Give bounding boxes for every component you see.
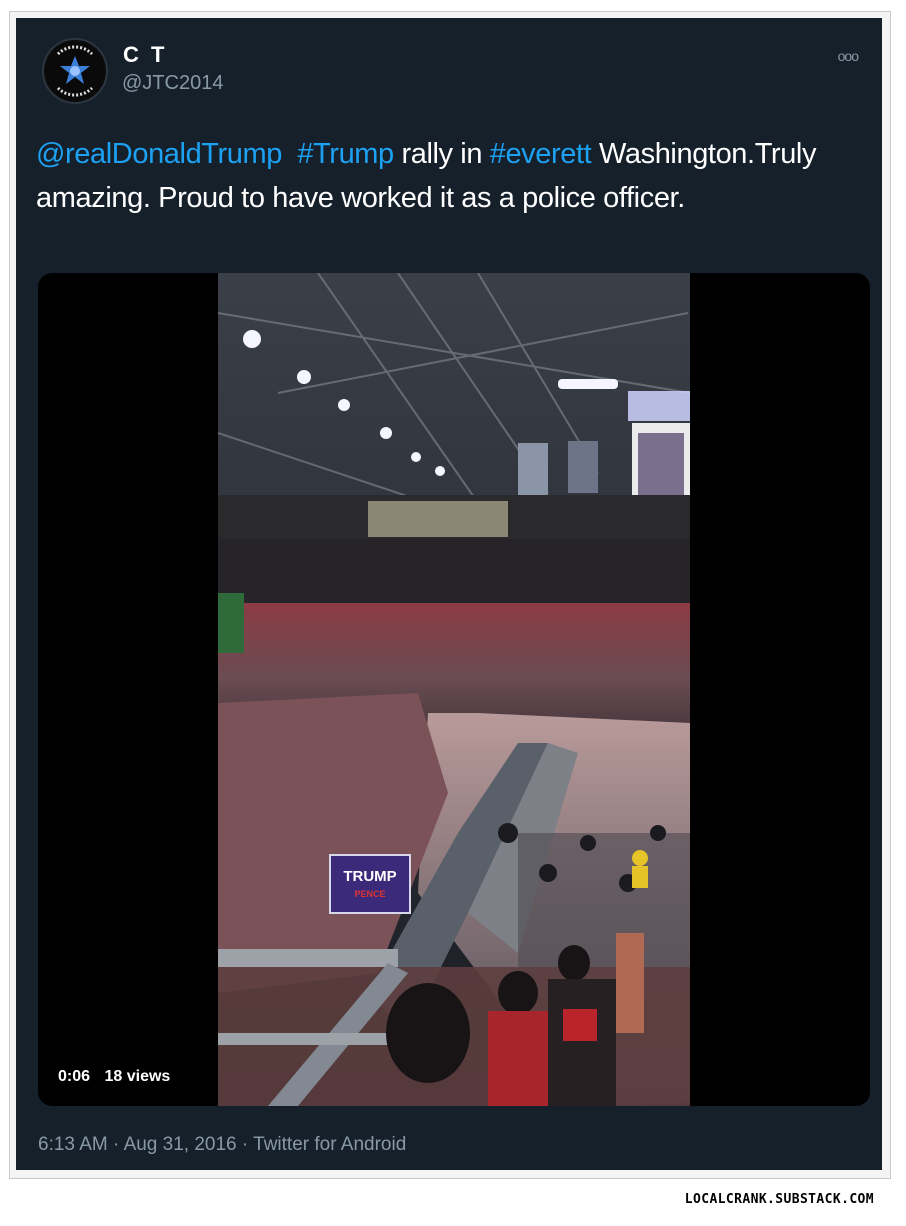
hashtag-everett-link[interactable]: #everett [490, 138, 592, 170]
video-stats: 0:06 18 views [58, 1068, 180, 1086]
more-options-icon[interactable]: ooo [838, 48, 859, 64]
rally-video-frame: TRUMP PENCE [218, 273, 690, 1106]
tweet-date[interactable]: Aug 31, 2016 [124, 1134, 237, 1155]
tweet-text-part1: rally in [393, 138, 490, 170]
mention-link[interactable]: @realDonaldTrump [36, 138, 282, 170]
police-badge-avatar-icon [46, 42, 104, 100]
hashtag-trump-link[interactable]: #Trump [297, 138, 394, 170]
video-player[interactable]: TRUMP PENCE 0:06 18 views [38, 273, 870, 1106]
tweet-card: C T @JTC2014 ooo @realDonaldTrump #Trump… [16, 18, 882, 1170]
video-duration: 0:06 [58, 1068, 91, 1085]
meta-separator: · [241, 1134, 249, 1155]
screenshot-frame: C T @JTC2014 ooo @realDonaldTrump #Trump… [9, 11, 891, 1179]
author-handle[interactable]: @JTC2014 [122, 72, 223, 95]
video-views: 18 views [104, 1068, 171, 1085]
tweet-time[interactable]: 6:13 AM [38, 1134, 108, 1155]
meta-separator: · [113, 1134, 120, 1155]
author-avatar[interactable] [42, 38, 108, 104]
sign-line1: TRUMP [343, 868, 396, 885]
tweet-metadata: 6:13 AM · Aug 31, 2016 · Twitter for And… [38, 1134, 406, 1156]
watermark: LOCALCRANK.SUBSTACK.COM [684, 1192, 874, 1207]
tweet-source[interactable]: Twitter for Android [253, 1134, 406, 1155]
author-display-name[interactable]: C T [123, 42, 167, 68]
sign-line2: PENCE [354, 889, 385, 899]
tweet-text: @realDonaldTrump #Trump rally in #everet… [36, 132, 856, 220]
